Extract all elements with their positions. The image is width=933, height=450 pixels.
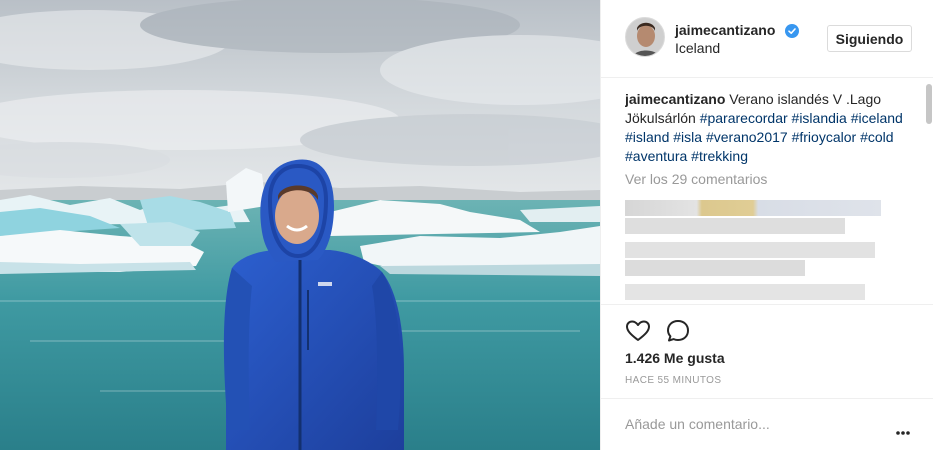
post-timestamp[interactable]: HACE 55 MINUTOS [625,375,721,386]
username-link[interactable]: jaimecantizano [675,22,775,38]
view-all-comments-link[interactable]: Ver los 29 comentarios [625,171,905,187]
location-link[interactable]: Iceland [675,40,720,56]
post-caption: jaimecantizano Verano islandés V .Lago J… [625,90,905,166]
heart-icon[interactable] [625,318,651,344]
comment-input[interactable] [625,416,885,432]
more-options-icon[interactable] [895,423,911,435]
hashtag-link[interactable]: #islandia [792,110,847,126]
verified-badge-icon [785,24,799,38]
hashtag-link[interactable]: #island [625,129,669,145]
hashtag-link[interactable]: #iceland [851,110,903,126]
blurred-comments [625,196,885,304]
hashtag-link[interactable]: #isla [673,129,702,145]
comments-scrollbar[interactable] [926,84,932,124]
hashtag-link[interactable]: #cold [860,129,893,145]
caption-username[interactable]: jaimecantizano [625,91,725,107]
actions-divider [601,304,933,305]
post-sidebar: jaimecantizano Iceland Siguiendo jaimeca… [600,0,933,450]
post-header: jaimecantizano Iceland Siguiendo [601,0,933,78]
hashtag-link[interactable]: #verano2017 [706,129,788,145]
avatar[interactable] [625,17,665,57]
post-photo[interactable] [0,0,600,450]
add-comment-bar [601,398,933,450]
like-count[interactable]: 1.426 Me gusta [625,350,725,366]
hashtag-link[interactable]: #aventura [625,148,687,164]
hashtag-link[interactable]: #pararecordar [700,110,788,126]
speech-bubble-icon[interactable] [665,318,691,344]
hashtag-link[interactable]: #trekking [691,148,748,164]
following-button[interactable]: Siguiendo [827,25,912,52]
hashtag-link[interactable]: #frioycalor [792,129,857,145]
